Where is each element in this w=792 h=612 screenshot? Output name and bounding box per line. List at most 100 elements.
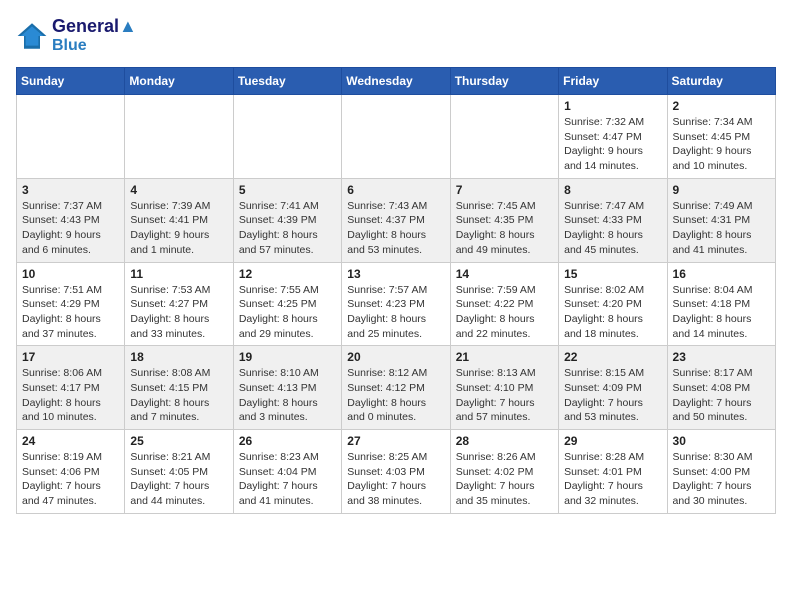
calendar-cell xyxy=(450,95,558,179)
day-number: 6 xyxy=(347,183,444,197)
day-info: Sunrise: 8:02 AM Sunset: 4:20 PM Dayligh… xyxy=(564,283,661,342)
day-number: 30 xyxy=(673,434,770,448)
day-number: 15 xyxy=(564,267,661,281)
day-info: Sunrise: 7:32 AM Sunset: 4:47 PM Dayligh… xyxy=(564,115,661,174)
day-info: Sunrise: 7:34 AM Sunset: 4:45 PM Dayligh… xyxy=(673,115,770,174)
calendar-cell: 19 Sunrise: 8:10 AM Sunset: 4:13 PM Dayli… xyxy=(233,346,341,430)
day-info: Sunrise: 7:43 AM Sunset: 4:37 PM Dayligh… xyxy=(347,199,444,258)
day-number: 18 xyxy=(130,350,227,364)
weekday-header-wednesday: Wednesday xyxy=(342,68,450,95)
calendar-cell: 6 Sunrise: 7:43 AM Sunset: 4:37 PM Daylig… xyxy=(342,178,450,262)
weekday-header-saturday: Saturday xyxy=(667,68,775,95)
day-number: 22 xyxy=(564,350,661,364)
day-info: Sunrise: 8:25 AM Sunset: 4:03 PM Dayligh… xyxy=(347,450,444,509)
day-number: 14 xyxy=(456,267,553,281)
day-info: Sunrise: 8:15 AM Sunset: 4:09 PM Dayligh… xyxy=(564,366,661,425)
calendar-cell: 23 Sunrise: 8:17 AM Sunset: 4:08 PM Dayli… xyxy=(667,346,775,430)
day-number: 17 xyxy=(22,350,119,364)
calendar-cell: 2 Sunrise: 7:34 AM Sunset: 4:45 PM Daylig… xyxy=(667,95,775,179)
day-info: Sunrise: 7:47 AM Sunset: 4:33 PM Dayligh… xyxy=(564,199,661,258)
calendar-cell: 17 Sunrise: 8:06 AM Sunset: 4:17 PM Dayli… xyxy=(17,346,125,430)
calendar-cell: 20 Sunrise: 8:12 AM Sunset: 4:12 PM Dayli… xyxy=(342,346,450,430)
day-number: 21 xyxy=(456,350,553,364)
calendar-cell: 7Sunrise: 7:45 AM Sunset: 4:35 PM Daylig… xyxy=(450,178,558,262)
day-number: 5 xyxy=(239,183,336,197)
day-number: 10 xyxy=(22,267,119,281)
calendar-cell: 1 Sunrise: 7:32 AM Sunset: 4:47 PM Daylig… xyxy=(559,95,667,179)
day-info: Sunrise: 8:12 AM Sunset: 4:12 PM Dayligh… xyxy=(347,366,444,425)
day-info: Sunrise: 8:23 AM Sunset: 4:04 PM Dayligh… xyxy=(239,450,336,509)
calendar-cell: 29 Sunrise: 8:28 AM Sunset: 4:01 PM Dayli… xyxy=(559,430,667,514)
calendar-cell: 25Sunrise: 8:21 AM Sunset: 4:05 PM Dayli… xyxy=(125,430,233,514)
calendar-cell: 15 Sunrise: 8:02 AM Sunset: 4:20 PM Dayli… xyxy=(559,262,667,346)
calendar-cell xyxy=(342,95,450,179)
day-number: 13 xyxy=(347,267,444,281)
page-header: General▲ Blue xyxy=(16,16,776,55)
day-number: 1 xyxy=(564,99,661,113)
day-info: Sunrise: 7:37 AM Sunset: 4:43 PM Dayligh… xyxy=(22,199,119,258)
calendar-cell: 12 Sunrise: 7:55 AM Sunset: 4:25 PM Dayli… xyxy=(233,262,341,346)
day-info: Sunrise: 8:19 AM Sunset: 4:06 PM Dayligh… xyxy=(22,450,119,509)
logo-icon xyxy=(16,20,48,52)
calendar-week-row: 1 Sunrise: 7:32 AM Sunset: 4:47 PM Daylig… xyxy=(17,95,776,179)
day-info: Sunrise: 8:06 AM Sunset: 4:17 PM Dayligh… xyxy=(22,366,119,425)
day-number: 23 xyxy=(673,350,770,364)
weekday-header-friday: Friday xyxy=(559,68,667,95)
logo: General▲ Blue xyxy=(16,16,137,55)
weekday-header-thursday: Thursday xyxy=(450,68,558,95)
day-number: 9 xyxy=(673,183,770,197)
calendar-cell: 11 Sunrise: 7:53 AM Sunset: 4:27 PM Dayli… xyxy=(125,262,233,346)
day-number: 4 xyxy=(130,183,227,197)
day-number: 16 xyxy=(673,267,770,281)
calendar-cell: 3Sunrise: 7:37 AM Sunset: 4:43 PM Daylig… xyxy=(17,178,125,262)
day-number: 8 xyxy=(564,183,661,197)
day-info: Sunrise: 7:41 AM Sunset: 4:39 PM Dayligh… xyxy=(239,199,336,258)
day-info: Sunrise: 8:30 AM Sunset: 4:00 PM Dayligh… xyxy=(673,450,770,509)
day-info: Sunrise: 8:28 AM Sunset: 4:01 PM Dayligh… xyxy=(564,450,661,509)
day-info: Sunrise: 7:59 AM Sunset: 4:22 PM Dayligh… xyxy=(456,283,553,342)
day-number: 27 xyxy=(347,434,444,448)
day-info: Sunrise: 7:53 AM Sunset: 4:27 PM Dayligh… xyxy=(130,283,227,342)
calendar-cell: 5 Sunrise: 7:41 AM Sunset: 4:39 PM Daylig… xyxy=(233,178,341,262)
day-info: Sunrise: 7:55 AM Sunset: 4:25 PM Dayligh… xyxy=(239,283,336,342)
day-info: Sunrise: 7:45 AM Sunset: 4:35 PM Dayligh… xyxy=(456,199,553,258)
day-number: 12 xyxy=(239,267,336,281)
day-number: 2 xyxy=(673,99,770,113)
day-number: 19 xyxy=(239,350,336,364)
calendar-cell: 4 Sunrise: 7:39 AM Sunset: 4:41 PM Daylig… xyxy=(125,178,233,262)
calendar-week-row: 3Sunrise: 7:37 AM Sunset: 4:43 PM Daylig… xyxy=(17,178,776,262)
calendar-cell: 10Sunrise: 7:51 AM Sunset: 4:29 PM Dayli… xyxy=(17,262,125,346)
calendar-cell: 18 Sunrise: 8:08 AM Sunset: 4:15 PM Dayli… xyxy=(125,346,233,430)
day-info: Sunrise: 8:10 AM Sunset: 4:13 PM Dayligh… xyxy=(239,366,336,425)
calendar-week-row: 17 Sunrise: 8:06 AM Sunset: 4:17 PM Dayli… xyxy=(17,346,776,430)
calendar-header-row: SundayMondayTuesdayWednesdayThursdayFrid… xyxy=(17,68,776,95)
day-info: Sunrise: 8:13 AM Sunset: 4:10 PM Dayligh… xyxy=(456,366,553,425)
calendar-cell: 21 Sunrise: 8:13 AM Sunset: 4:10 PM Dayli… xyxy=(450,346,558,430)
calendar-cell: 9 Sunrise: 7:49 AM Sunset: 4:31 PM Daylig… xyxy=(667,178,775,262)
day-info: Sunrise: 8:17 AM Sunset: 4:08 PM Dayligh… xyxy=(673,366,770,425)
calendar-cell: 28 Sunrise: 8:26 AM Sunset: 4:02 PM Dayli… xyxy=(450,430,558,514)
calendar-cell: 30 Sunrise: 8:30 AM Sunset: 4:00 PM Dayli… xyxy=(667,430,775,514)
day-info: Sunrise: 8:26 AM Sunset: 4:02 PM Dayligh… xyxy=(456,450,553,509)
day-info: Sunrise: 8:08 AM Sunset: 4:15 PM Dayligh… xyxy=(130,366,227,425)
day-number: 25 xyxy=(130,434,227,448)
calendar-cell xyxy=(125,95,233,179)
calendar-cell xyxy=(233,95,341,179)
day-number: 20 xyxy=(347,350,444,364)
calendar-cell: 22 Sunrise: 8:15 AM Sunset: 4:09 PM Dayli… xyxy=(559,346,667,430)
calendar-cell: 27 Sunrise: 8:25 AM Sunset: 4:03 PM Dayli… xyxy=(342,430,450,514)
day-number: 24 xyxy=(22,434,119,448)
day-number: 29 xyxy=(564,434,661,448)
calendar-cell: 26 Sunrise: 8:23 AM Sunset: 4:04 PM Dayli… xyxy=(233,430,341,514)
day-number: 26 xyxy=(239,434,336,448)
calendar-week-row: 24 Sunrise: 8:19 AM Sunset: 4:06 PM Dayli… xyxy=(17,430,776,514)
day-info: Sunrise: 7:57 AM Sunset: 4:23 PM Dayligh… xyxy=(347,283,444,342)
weekday-header-sunday: Sunday xyxy=(17,68,125,95)
calendar-cell: 24 Sunrise: 8:19 AM Sunset: 4:06 PM Dayli… xyxy=(17,430,125,514)
calendar-cell: 16Sunrise: 8:04 AM Sunset: 4:18 PM Dayli… xyxy=(667,262,775,346)
day-info: Sunrise: 7:49 AM Sunset: 4:31 PM Dayligh… xyxy=(673,199,770,258)
day-number: 28 xyxy=(456,434,553,448)
calendar-week-row: 10Sunrise: 7:51 AM Sunset: 4:29 PM Dayli… xyxy=(17,262,776,346)
day-number: 11 xyxy=(130,267,227,281)
day-info: Sunrise: 7:39 AM Sunset: 4:41 PM Dayligh… xyxy=(130,199,227,258)
